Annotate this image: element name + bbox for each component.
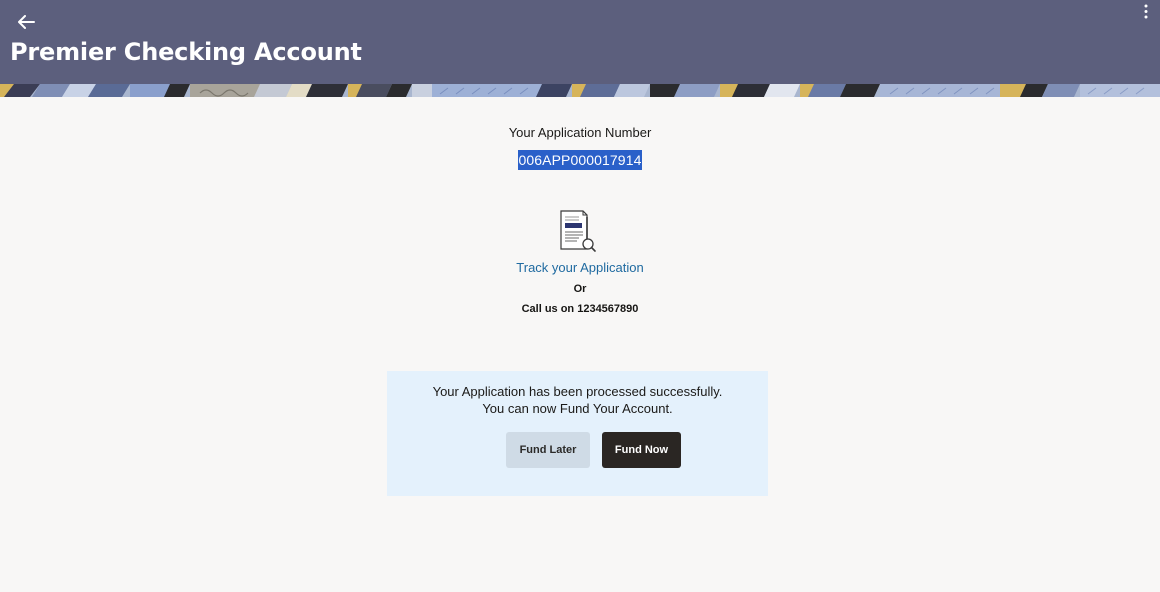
application-number-label: Your Application Number (508, 125, 652, 140)
kebab-menu-icon (1144, 4, 1148, 19)
back-arrow-icon (18, 15, 35, 29)
back-button[interactable] (14, 10, 38, 34)
more-options-button[interactable] (1140, 2, 1152, 24)
success-message: Your Application has been processed succ… (432, 384, 723, 399)
page-title: Premier Checking Account (10, 38, 362, 66)
application-number-container: 006APP000017914 (0, 150, 1160, 170)
or-text: Or (573, 283, 587, 295)
app-header: Premier Checking Account (0, 0, 1160, 84)
fund-account-panel: Your Application has been processed succ… (387, 371, 768, 496)
fund-now-button[interactable]: Fund Now (602, 432, 681, 468)
application-number[interactable]: 006APP000017914 (517, 150, 643, 170)
track-application-link[interactable]: Track your Application (0, 260, 1160, 275)
fund-prompt-message: You can now Fund Your Account. (482, 401, 673, 416)
fund-later-button[interactable]: Fund Later (506, 432, 590, 468)
call-us-text: Call us on 1234567890 (521, 303, 639, 315)
decorative-banner (0, 84, 1160, 97)
document-search-icon (557, 209, 597, 253)
